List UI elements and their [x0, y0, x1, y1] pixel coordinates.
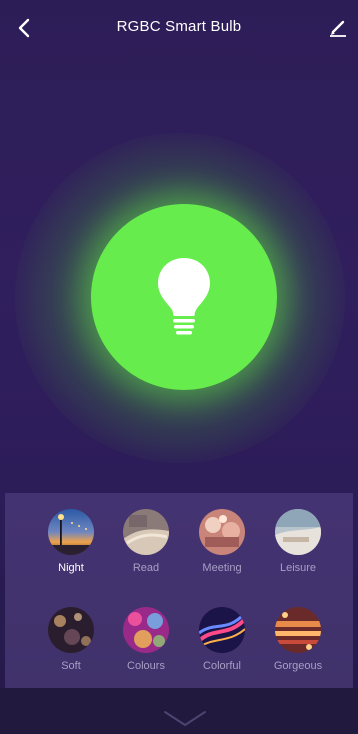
edit-button[interactable]	[324, 14, 352, 42]
lightbulb-icon	[158, 258, 210, 335]
bulb-power-button[interactable]	[91, 204, 277, 390]
chevron-down-icon	[164, 711, 206, 726]
scene-gorgeous[interactable]: Gorgeous	[263, 607, 333, 672]
scene-thumbnail-leisure	[275, 509, 321, 555]
scene-label: Night	[58, 562, 84, 574]
scene-thumbnail-soft	[48, 607, 94, 653]
collapse-panel-button[interactable]	[161, 708, 209, 730]
scene-thumbnail-colours	[123, 607, 169, 653]
scene-soft[interactable]: Soft	[36, 607, 106, 672]
scene-thumbnail-read	[123, 509, 169, 555]
scene-leisure[interactable]: Leisure	[263, 509, 333, 574]
scene-thumbnail-meeting	[199, 509, 245, 555]
scene-label: Read	[132, 562, 160, 574]
app-screen: RGBC Smart Bulb Night Read Meeting Leisu…	[0, 0, 358, 734]
scene-thumbnail-gorgeous	[275, 607, 321, 653]
scene-label: Gorgeous	[273, 660, 323, 672]
header-bar: RGBC Smart Bulb	[0, 0, 358, 56]
scene-label: Meeting	[202, 562, 242, 574]
scene-colorful[interactable]: Colorful	[187, 607, 257, 672]
scene-thumbnail-night	[48, 509, 94, 555]
scene-label: Leisure	[279, 562, 317, 574]
scene-read[interactable]: Read	[111, 509, 181, 574]
scene-label: Colours	[127, 660, 165, 672]
scene-meeting[interactable]: Meeting	[187, 509, 257, 574]
page-title: RGBC Smart Bulb	[116, 18, 242, 35]
pencil-icon	[330, 20, 346, 37]
scene-colours[interactable]: Colours	[111, 607, 181, 672]
scene-label: Colorful	[203, 660, 241, 672]
scene-thumbnail-colorful	[199, 607, 245, 653]
scene-label: Soft	[61, 660, 81, 672]
scene-night[interactable]: Night	[36, 509, 106, 574]
